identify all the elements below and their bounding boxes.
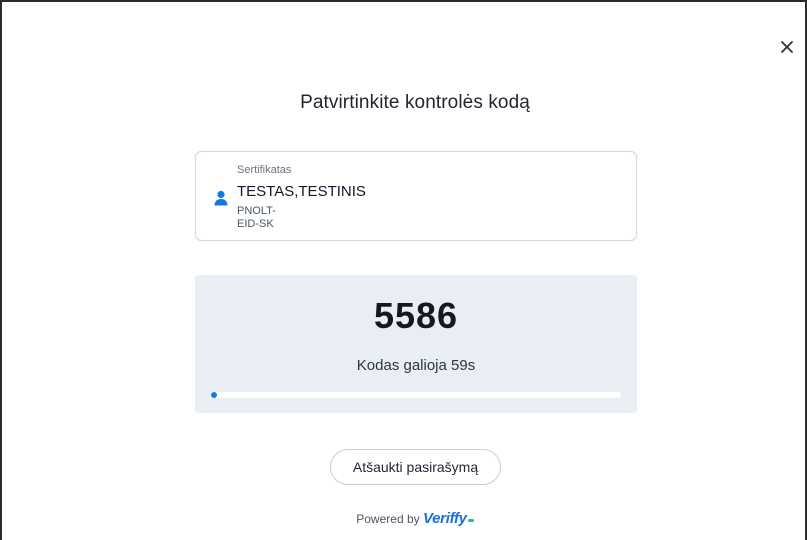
dialog-title: Patvirtinkite kontrolės kodą	[300, 92, 530, 113]
code-timer-progress-fill	[211, 392, 217, 398]
powered-by-footer: Powered by Veriffy	[2, 510, 807, 527]
code-validity-text: Kodas galioja 59s	[356, 357, 476, 374]
veriffy-logo-accent	[467, 519, 474, 522]
cancel-signing-button[interactable]: Atšaukti pasirašymą	[330, 449, 501, 485]
certificate-id-line-2: EID-SK	[237, 218, 274, 230]
certificate-label: Sertifikatas	[237, 164, 292, 176]
verification-code-panel: 5586 Kodas galioja 59s	[195, 275, 637, 413]
verification-dialog: Patvirtinkite kontrolės kodą Sertifikata…	[0, 0, 807, 540]
close-icon	[781, 41, 793, 53]
close-button[interactable]	[776, 36, 798, 58]
certificate-holder-name: TESTAS,TESTINIS	[237, 183, 366, 200]
powered-by-text: Powered by	[356, 512, 420, 526]
verification-code: 5586	[373, 295, 459, 336]
person-icon	[214, 190, 228, 206]
code-timer-progress-bar	[211, 392, 621, 398]
certificate-card: Sertifikatas TESTAS,TESTINIS PNOLT- EID-…	[195, 151, 637, 241]
veriffy-logo: Veriffy	[422, 510, 467, 527]
certificate-id-line-1: PNOLT-	[237, 205, 276, 217]
